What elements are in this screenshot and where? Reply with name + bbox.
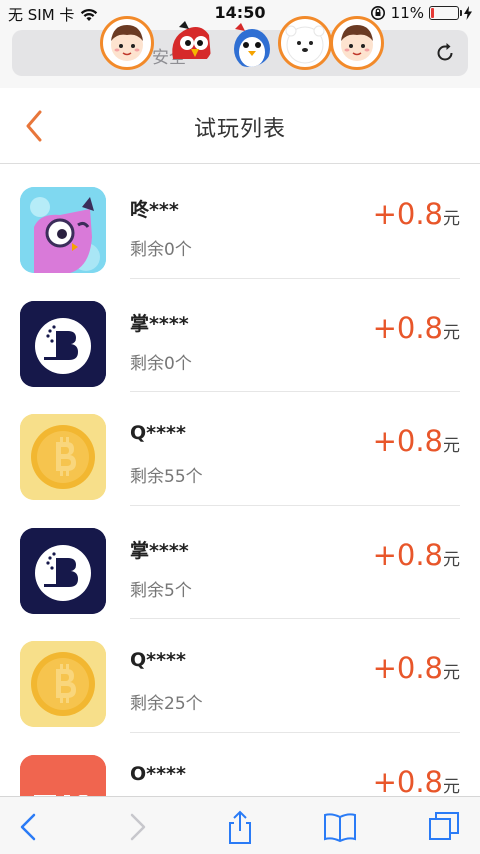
list-item[interactable]: Q**** 剩余55个 +0.8元 <box>0 392 480 506</box>
avatar-boy-icon <box>100 16 154 70</box>
charging-bolt-icon <box>464 6 472 20</box>
polar-bear-icon <box>278 16 332 70</box>
nav-header: 试玩列表 <box>0 88 480 164</box>
item-reward: +0.8元 <box>373 765 460 799</box>
item-reward: +0.8元 <box>373 538 460 572</box>
reward-value: +0.8 <box>372 310 443 345</box>
parrot-icon <box>162 16 216 70</box>
item-remaining: 剩余55个 <box>130 467 203 487</box>
reward-unit: 元 <box>443 549 460 570</box>
item-name: 掌**** <box>130 312 189 335</box>
list-item[interactable]: 咚*** 剩余0个 +0.8元 <box>0 165 480 279</box>
browser-back-icon[interactable] <box>12 809 48 845</box>
reward-unit: 元 <box>443 322 460 343</box>
list-item[interactable]: 掌**** 剩余0个 +0.8元 <box>0 279 480 392</box>
item-name: Q**** <box>130 422 186 444</box>
reward-value: +0.8 <box>372 764 443 799</box>
item-name: O**** <box>130 762 186 785</box>
share-icon[interactable] <box>222 809 258 845</box>
tabs-icon[interactable] <box>426 809 462 845</box>
browser-toolbar <box>0 796 480 854</box>
reward-unit: 元 <box>443 209 460 229</box>
b-logo-app-icon <box>20 527 106 614</box>
item-reward: +0.8元 <box>373 197 460 231</box>
item-name: 掌**** <box>130 539 189 562</box>
battery-icon <box>429 6 462 20</box>
item-remaining: 剩余5个 <box>130 580 192 601</box>
reload-icon[interactable] <box>434 42 456 64</box>
list-item[interactable]: 掌**** 剩余5个 +0.8元 <box>0 506 480 619</box>
reward-value: +0.8 <box>372 424 443 458</box>
item-remaining: 剩余25个 <box>130 694 203 714</box>
item-reward: +0.8元 <box>373 651 460 685</box>
trial-list: 咚*** 剩余0个 +0.8元 掌**** 剩余0个 +0.8元 Q**** 剩… <box>0 165 480 846</box>
penguin-icon <box>222 16 276 70</box>
item-remaining: 剩余0个 <box>130 353 192 374</box>
reward-value: +0.8 <box>372 537 443 572</box>
browser-forward-icon[interactable] <box>118 809 154 845</box>
list-item[interactable]: Q**** 剩余25个 +0.8元 <box>0 619 480 733</box>
item-reward: +0.8元 <box>373 424 460 458</box>
reward-unit: 元 <box>443 663 460 683</box>
b-logo-app-icon <box>20 300 106 387</box>
reward-value: +0.8 <box>372 197 443 231</box>
bookmarks-icon[interactable] <box>322 809 358 845</box>
item-remaining: 剩余0个 <box>130 240 192 260</box>
page-title: 试玩列表 <box>193 117 286 142</box>
battery-percent: 11% <box>390 4 424 22</box>
item-reward: +0.8元 <box>373 311 460 345</box>
bitcoin-app-icon <box>20 414 106 500</box>
avatar-boy-icon-2 <box>330 16 384 70</box>
bitcoin-app-icon <box>20 641 106 727</box>
item-name: 咚*** <box>130 199 179 221</box>
owl-app-icon <box>20 187 106 273</box>
avatar-stickers <box>100 16 390 78</box>
reward-unit: 元 <box>443 436 460 456</box>
battery-level <box>431 8 434 18</box>
reward-unit: 元 <box>443 776 460 797</box>
reward-value: +0.8 <box>372 651 443 685</box>
item-name: Q**** <box>130 649 186 671</box>
